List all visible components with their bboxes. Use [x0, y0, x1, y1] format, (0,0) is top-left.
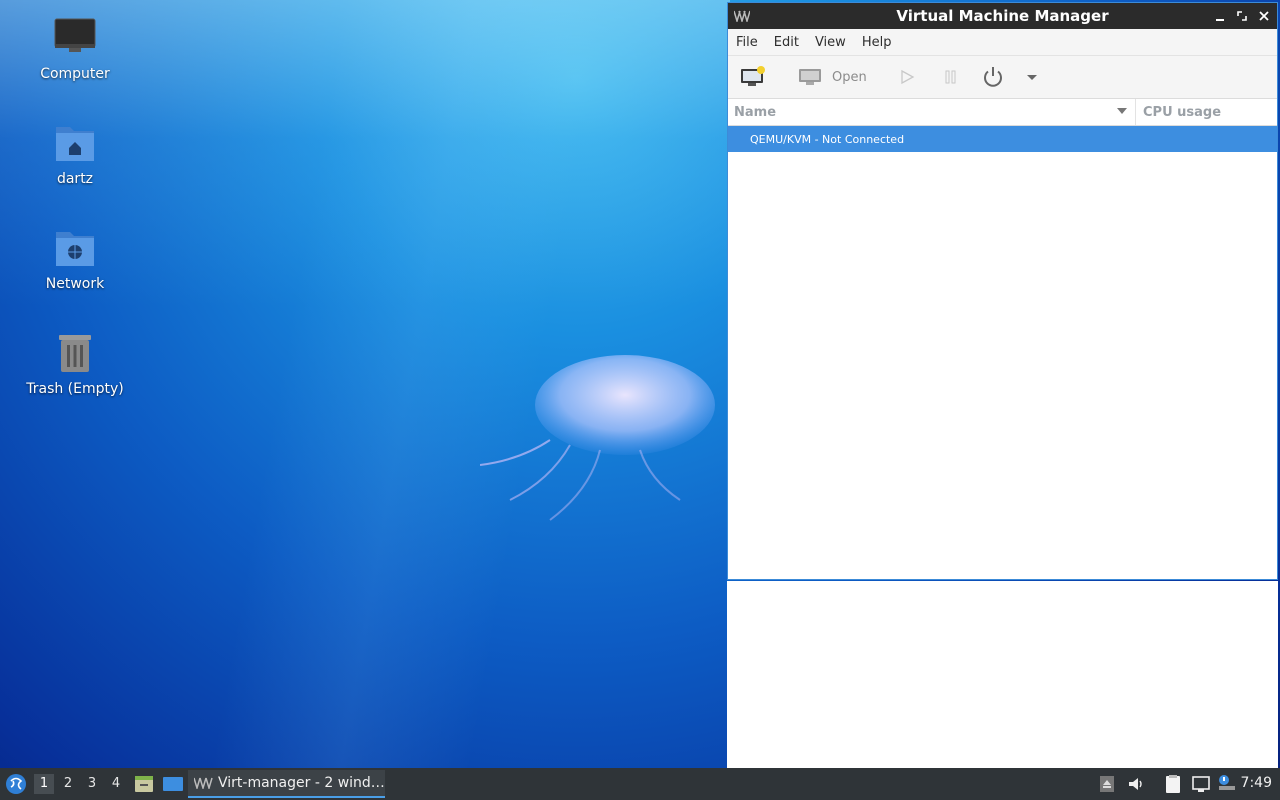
- pause-button[interactable]: [942, 56, 960, 98]
- desktop-icon-network[interactable]: Network: [20, 226, 130, 292]
- app-menu-button[interactable]: [5, 773, 27, 795]
- run-button[interactable]: [898, 56, 916, 98]
- taskbar-task-label: Virt-manager - 2 wind…: [218, 775, 385, 791]
- home-folder-icon: [53, 121, 97, 165]
- menu-edit[interactable]: Edit: [766, 35, 807, 50]
- connection-label: QEMU/KVM - Not Connected: [750, 132, 905, 146]
- desktop-icon-computer[interactable]: Computer: [20, 16, 130, 82]
- taskbar: 1 2 3 4 Virt-manager - 2 wind… 7:49: [0, 768, 1280, 800]
- column-name-label: Name: [734, 104, 777, 120]
- file-manager-launcher[interactable]: [134, 774, 154, 798]
- computer-icon: [53, 16, 97, 60]
- tray-network-button[interactable]: [1191, 774, 1211, 794]
- new-vm-button[interactable]: [740, 56, 766, 98]
- trash-icon: [53, 331, 97, 375]
- column-cpu-label: CPU usage: [1143, 104, 1222, 120]
- minimize-icon: [1216, 19, 1224, 21]
- sort-arrow-icon: [1117, 108, 1127, 114]
- show-desktop-button[interactable]: [162, 774, 184, 798]
- jellyfish-wallpaper-image: [480, 355, 715, 521]
- connection-row[interactable]: QEMU/KVM - Not Connected: [728, 126, 1277, 152]
- workspace-1[interactable]: 1: [34, 774, 54, 794]
- new-vm-icon: [741, 66, 765, 86]
- clock[interactable]: 7:49: [1241, 775, 1272, 791]
- volume-icon: [1129, 778, 1142, 790]
- workspace-3[interactable]: 3: [82, 774, 102, 794]
- window-shadow-area: [727, 581, 1278, 768]
- column-header-name[interactable]: Name: [728, 99, 1136, 125]
- clipboard-icon: [1166, 775, 1180, 793]
- tray-clipboard-button[interactable]: [1163, 774, 1183, 794]
- close-button[interactable]: [1255, 7, 1273, 25]
- network-icon: [1192, 776, 1210, 792]
- virt-manager-app-icon: [194, 777, 213, 789]
- open-button-label: Open: [832, 69, 867, 85]
- desktop-icon-label: Trash (Empty): [26, 381, 124, 397]
- play-icon: [901, 69, 915, 85]
- shutdown-button[interactable]: [981, 56, 1005, 98]
- menu-help[interactable]: Help: [854, 35, 900, 50]
- virt-manager-window: Virtual Machine Manager File Edit View H…: [727, 2, 1278, 580]
- menu-view[interactable]: View: [807, 35, 854, 50]
- tray-eject-button[interactable]: [1099, 774, 1115, 794]
- network-folder-icon: [53, 226, 97, 270]
- tray-volume-button[interactable]: [1127, 774, 1145, 794]
- open-button[interactable]: Open: [798, 56, 867, 98]
- toolbar: Open: [728, 56, 1277, 99]
- notification-icon: [1219, 775, 1235, 790]
- column-header-cpu[interactable]: CPU usage: [1136, 105, 1221, 120]
- window-title: Virtual Machine Manager: [896, 7, 1109, 25]
- chevron-down-icon: [1027, 75, 1037, 80]
- virt-manager-app-icon: [734, 10, 750, 22]
- menu-file[interactable]: File: [728, 35, 766, 50]
- shutdown-menu-dropdown[interactable]: [1026, 56, 1038, 98]
- taskbar-task-virt-manager[interactable]: Virt-manager - 2 wind…: [188, 770, 385, 798]
- window-titlebar[interactable]: Virtual Machine Manager: [728, 3, 1277, 29]
- menu-bar: File Edit View Help: [728, 29, 1277, 56]
- maximize-icon: [1237, 11, 1247, 21]
- desktop-icon-label: Network: [45, 276, 105, 292]
- minimize-button[interactable]: [1211, 7, 1229, 25]
- pause-icon: [945, 70, 956, 84]
- monitor-icon: [799, 69, 821, 85]
- eject-icon: [1100, 776, 1114, 792]
- app-menu-icon: [6, 774, 26, 794]
- close-icon: [1259, 11, 1269, 21]
- desktop-icon-trash[interactable]: Trash (Empty): [20, 331, 130, 397]
- power-icon: [984, 67, 1002, 87]
- desktop-icon-label: dartz: [56, 171, 94, 187]
- desktop-icon-label: Computer: [40, 66, 110, 82]
- desktop-icon-home[interactable]: dartz: [20, 121, 130, 187]
- workspace-4[interactable]: 4: [106, 774, 126, 794]
- list-header: Name CPU usage: [728, 99, 1277, 126]
- tray-notification-button[interactable]: [1217, 774, 1237, 794]
- file-manager-icon: [135, 776, 153, 792]
- workspace-2[interactable]: 2: [58, 774, 78, 794]
- maximize-button[interactable]: [1233, 7, 1251, 25]
- desktop-icon: [163, 777, 183, 791]
